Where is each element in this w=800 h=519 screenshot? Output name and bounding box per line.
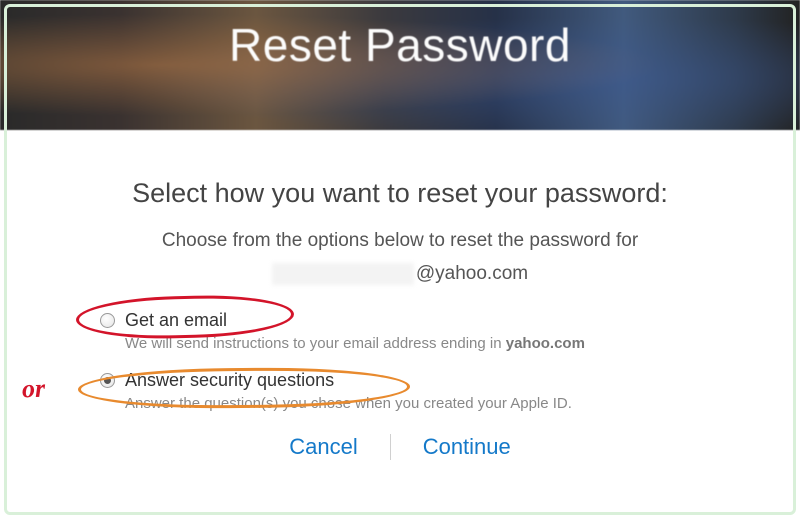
option-help-get-email: We will send instructions to your email … [125, 335, 740, 352]
redacted-email-local [272, 263, 414, 285]
page-title: Reset Password [229, 18, 571, 72]
reset-method-options: Get an email We will send instructions t… [100, 310, 740, 412]
action-bar: Cancel Continue [60, 430, 740, 464]
option-security-questions[interactable]: Answer security questions [100, 370, 740, 391]
option-label-get-email: Get an email [125, 310, 227, 331]
radio-security-questions[interactable] [100, 373, 115, 388]
continue-button[interactable]: Continue [391, 430, 543, 464]
description: Choose from the options below to reset t… [60, 227, 740, 256]
option-label-security-questions: Answer security questions [125, 370, 334, 391]
account-email: @yahoo.com [60, 260, 740, 289]
content-area: Select how you want to reset your passwo… [0, 130, 800, 464]
email-domain: @yahoo.com [416, 260, 528, 289]
header-banner: Reset Password [0, 0, 800, 130]
cancel-button[interactable]: Cancel [257, 430, 389, 464]
option-get-email[interactable]: Get an email [100, 310, 740, 331]
subtitle: Select how you want to reset your passwo… [60, 178, 740, 209]
option-help-security-questions: Answer the question(s) you chose when yo… [125, 395, 740, 412]
radio-get-email[interactable] [100, 313, 115, 328]
